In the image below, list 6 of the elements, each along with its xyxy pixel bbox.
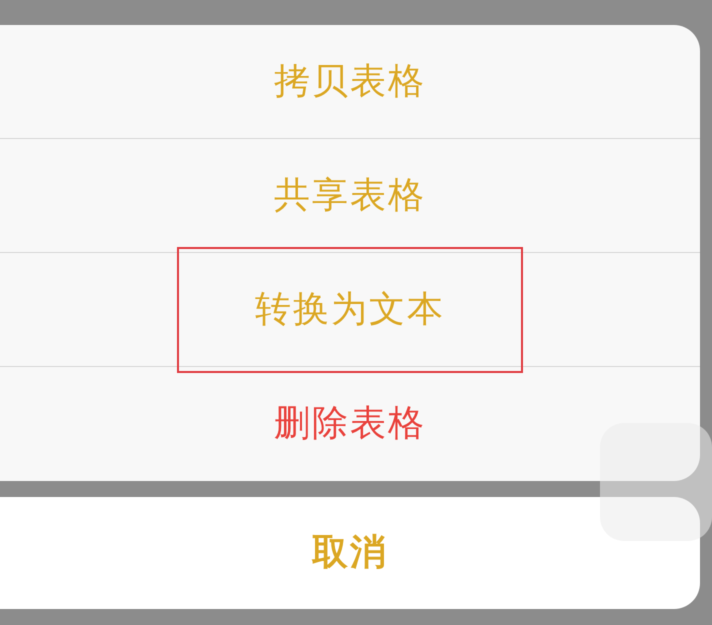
floating-button[interactable]	[600, 423, 712, 541]
menu-option[interactable]: 共享表格	[270, 168, 430, 222]
menu-option[interactable]: 拷贝表格	[270, 54, 430, 108]
menu-option[interactable]: 删除表格	[270, 397, 430, 451]
menu-option[interactable]: 转换为文本	[251, 288, 449, 330]
cancel-button[interactable]: 取消	[0, 497, 700, 609]
